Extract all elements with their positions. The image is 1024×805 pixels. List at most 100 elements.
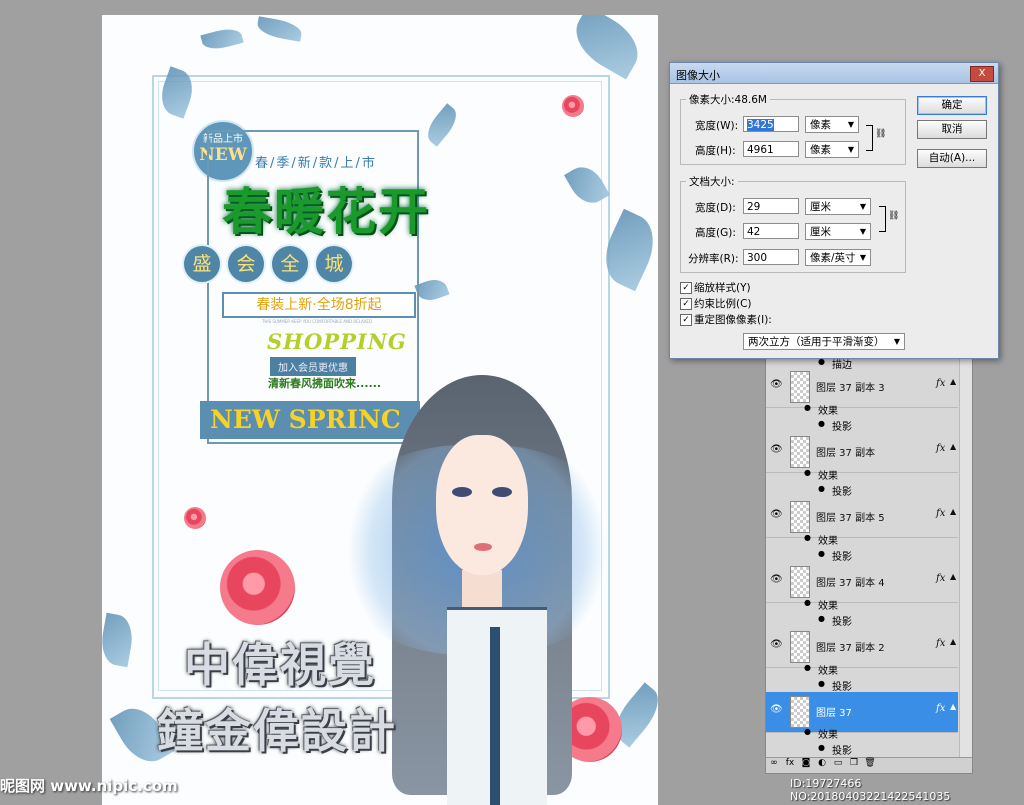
girl-face-illustration — [436, 435, 528, 575]
small-english-text: THIS SUMMER KEEP YOU COMFORTABLE AND REL… — [261, 319, 373, 324]
document-canvas[interactable]: 新品上市 NEW 春/季/新/款/上/市 春暖花开 盛 会 全 城 春装上新·全… — [102, 15, 658, 805]
expand-arrow-icon[interactable]: ▲ — [950, 702, 956, 711]
layer-shadow-row[interactable]: ● 投影 — [766, 547, 958, 563]
layer-effects-row[interactable]: ● 效果 — [766, 725, 958, 741]
expand-arrow-icon[interactable]: ▲ — [950, 572, 956, 581]
new-layer-icon[interactable]: ❐ — [846, 758, 862, 768]
girl-lips — [474, 543, 492, 551]
visibility-eye-icon[interactable]: 👁 — [770, 444, 783, 455]
link-icon[interactable]: ∞ — [766, 758, 782, 768]
resolution-unit-select[interactable]: 像素/英寸 ▼ — [805, 249, 871, 266]
expand-arrow-icon[interactable]: ▲ — [950, 377, 956, 386]
layers-panel[interactable]: ● 描边 👁 图层 37 副本 3 fx ▲ ● 效果 ● 投影 👁 图层 37 副… — [765, 358, 973, 774]
fx-icon[interactable]: fx — [936, 443, 945, 454]
layer-effects-row[interactable]: ● 效果 — [766, 531, 958, 547]
layer-name[interactable]: 图层 37 — [816, 704, 852, 719]
visibility-eye-icon[interactable]: ● — [818, 679, 825, 688]
visibility-eye-icon[interactable]: ● — [818, 484, 825, 493]
layer-effects-row[interactable]: ● 效果 — [766, 661, 958, 677]
constrain-bracket — [866, 125, 873, 151]
close-button[interactable]: X — [970, 66, 994, 82]
resample-method-select[interactable]: 两次立方（适用于平滑渐变） ▼ — [743, 333, 905, 350]
pixel-height-unit-select[interactable]: 像素 ▼ — [805, 141, 859, 158]
doc-height-input[interactable]: 42 — [743, 223, 799, 239]
dialog-title: 图像大小 — [676, 69, 720, 82]
effects-label: 效果 — [818, 536, 838, 547]
fx-icon[interactable]: fx — [936, 638, 945, 649]
pixel-width-input[interactable]: 3425 — [743, 116, 799, 132]
visibility-eye-icon[interactable]: ● — [804, 727, 811, 736]
doc-width-label: 宽度(D): — [695, 202, 736, 214]
fx-icon[interactable]: fx — [936, 508, 945, 519]
doc-height-unit-select[interactable]: 厘米 ▼ — [805, 223, 871, 240]
visibility-eye-icon[interactable]: 👁 — [770, 509, 783, 520]
height-label: 高度(H): — [695, 145, 736, 157]
visibility-eye-icon[interactable]: ● — [818, 549, 825, 558]
layer-shadow-row[interactable]: ● 投影 — [766, 612, 958, 628]
fx-icon[interactable]: fx — [936, 573, 945, 584]
dialog-titlebar[interactable]: 图像大小 X — [670, 63, 998, 84]
effects-label: 效果 — [818, 666, 838, 677]
visibility-eye-icon[interactable]: 👁 — [770, 704, 783, 715]
ok-button[interactable]: 确定 — [917, 96, 987, 115]
fx-icon[interactable]: fx — [936, 703, 945, 714]
visibility-eye-icon[interactable]: ● — [818, 614, 825, 623]
rose-decoration — [220, 550, 295, 625]
fx-icon[interactable]: fx — [782, 758, 798, 768]
layer-name[interactable]: 图层 37 副本 2 — [816, 639, 885, 654]
doc-width-unit-select[interactable]: 厘米 ▼ — [805, 198, 871, 215]
layer-effects-row[interactable]: ● 效果 — [766, 466, 958, 482]
visibility-eye-icon[interactable]: ● — [818, 743, 825, 752]
trash-icon[interactable]: 🗑 — [862, 758, 878, 768]
visibility-eye-icon[interactable]: ● — [804, 663, 811, 672]
layer-shadow-row[interactable]: ● 投影 — [766, 417, 958, 433]
layer-effects-row[interactable]: ● 效果 — [766, 596, 958, 612]
pixel-unit-text: 像素 — [810, 144, 831, 156]
doc-width-input[interactable]: 29 — [743, 198, 799, 214]
visibility-eye-icon[interactable]: ● — [818, 359, 825, 366]
layers-toolbar: ∞ fx ◙ ◐ ▭ ❐ 🗑 — [766, 757, 972, 773]
visibility-eye-icon[interactable]: 👁 — [770, 574, 783, 585]
visibility-eye-icon[interactable]: ● — [804, 598, 811, 607]
scale-styles-checkbox[interactable]: ✓ — [680, 282, 692, 294]
shadow-label: 投影 — [832, 552, 852, 563]
constrain-proportions-checkbox[interactable]: ✓ — [680, 298, 692, 310]
layer-shadow-row[interactable]: ● 投影 — [766, 741, 958, 757]
fx-icon[interactable]: fx — [936, 378, 945, 389]
adjustment-icon[interactable]: ◐ — [814, 758, 830, 768]
visibility-eye-icon[interactable]: ● — [818, 419, 825, 428]
circle-char: 会 — [226, 244, 266, 284]
layer-effects-row[interactable]: ● 效果 — [766, 401, 958, 417]
expand-arrow-icon[interactable]: ▲ — [950, 637, 956, 646]
cm-unit-text: 厘米 — [810, 201, 831, 213]
mask-icon[interactable]: ◙ — [798, 758, 814, 768]
resample-checkbox[interactable]: ✓ — [680, 314, 692, 326]
visibility-eye-icon[interactable]: ● — [804, 403, 811, 412]
pixel-width-unit-select[interactable]: 像素 ▼ — [805, 116, 859, 133]
pixel-height-input[interactable]: 4961 — [743, 141, 799, 157]
auto-button[interactable]: 自动(A)... — [917, 149, 987, 168]
visibility-eye-icon[interactable]: ● — [804, 533, 811, 542]
visibility-eye-icon[interactable]: 👁 — [770, 639, 783, 650]
cancel-button[interactable]: 取消 — [917, 120, 987, 139]
layer-shadow-row[interactable]: ● 投影 — [766, 677, 958, 693]
expand-arrow-icon[interactable]: ▲ — [950, 442, 956, 451]
visibility-eye-icon[interactable]: 👁 — [770, 379, 783, 390]
layer-name[interactable]: 图层 37 副本 — [816, 444, 875, 459]
visibility-eye-icon[interactable]: ● — [804, 468, 811, 477]
folder-icon[interactable]: ▭ — [830, 758, 846, 768]
layer-name[interactable]: 图层 37 副本 4 — [816, 574, 885, 589]
girl-eye — [492, 487, 512, 497]
effects-label: 效果 — [818, 406, 838, 417]
layer-shadow-row[interactable]: ● 投影 — [766, 482, 958, 498]
rose-decoration — [562, 95, 584, 117]
doc-height-label: 高度(G): — [695, 227, 736, 239]
layers-scrollbar[interactable] — [959, 359, 972, 759]
layer-name[interactable]: 图层 37 副本 3 — [816, 379, 885, 394]
layer-thumbnail — [790, 501, 810, 533]
resolution-input[interactable]: 300 — [743, 249, 799, 265]
promo-text: 春装上新·全场8折起 — [222, 292, 416, 318]
expand-arrow-icon[interactable]: ▲ — [950, 507, 956, 516]
resample-label: 重定图像像素(I): — [694, 314, 772, 326]
layer-name[interactable]: 图层 37 副本 5 — [816, 509, 885, 524]
